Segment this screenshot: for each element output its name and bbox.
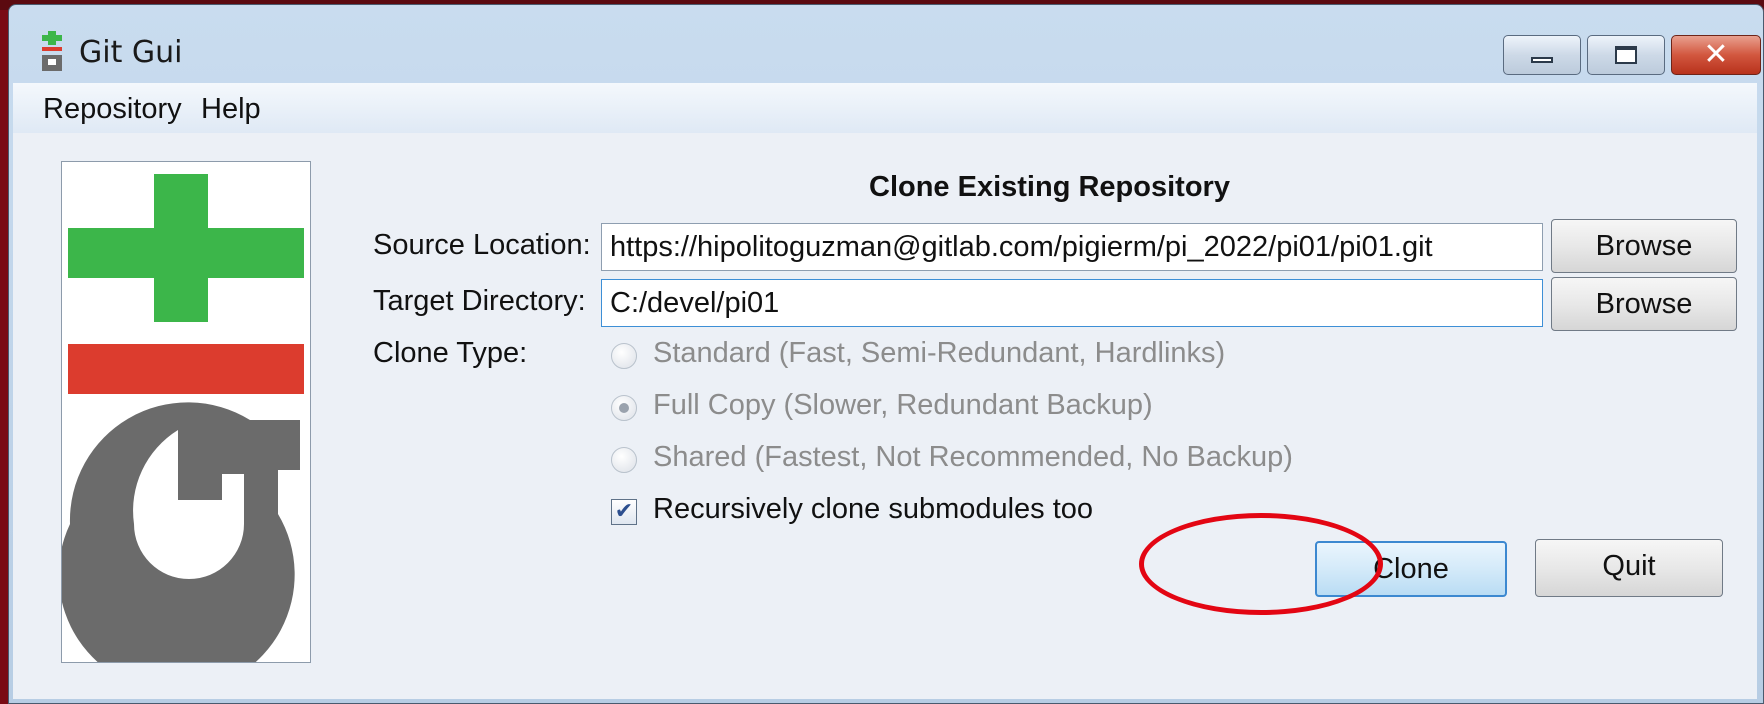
option-full-copy-label: Full Copy (Slower, Redundant Backup) (653, 389, 1153, 421)
recursive-label: Recursively clone submodules too (653, 493, 1094, 525)
close-button[interactable]: ✕ (1671, 35, 1761, 75)
target-directory-label: Target Directory: (373, 285, 586, 317)
clone-type-label: Clone Type: (373, 337, 528, 369)
browse-target-button[interactable]: Browse (1551, 277, 1737, 331)
radio-full-copy[interactable] (611, 395, 637, 421)
source-location-label: Source Location: (373, 229, 591, 261)
git-logo (58, 174, 304, 693)
git-gui-app-icon (42, 31, 62, 71)
window-title: Git Gui (79, 35, 183, 70)
git-logo-panel (58, 161, 311, 693)
browse-source-button[interactable]: Browse (1551, 219, 1737, 273)
clone-dialog-content: Clone Existing Repository Source Locatio… (13, 133, 1757, 699)
minimize-button[interactable] (1503, 35, 1581, 75)
title-bar: Git Gui ✕ (9, 5, 1763, 83)
quit-button[interactable]: Quit (1535, 539, 1723, 597)
menu-repository[interactable]: Repository (43, 93, 182, 126)
maximize-icon (1588, 36, 1664, 74)
clone-button[interactable]: Clone (1315, 541, 1507, 597)
recursive-checkbox[interactable]: ✔ (611, 499, 637, 525)
close-icon: ✕ (1703, 37, 1729, 72)
radio-standard[interactable] (611, 343, 637, 369)
menu-help[interactable]: Help (201, 93, 261, 126)
maximize-button[interactable] (1587, 35, 1665, 75)
check-icon: ✔ (614, 499, 634, 524)
option-shared-label: Shared (Fastest, Not Recommended, No Bac… (653, 441, 1293, 473)
dialog-heading: Clone Existing Repository (869, 171, 1230, 203)
source-location-input[interactable]: https://hipolitoguzman@gitlab.com/pigier… (601, 223, 1543, 271)
target-directory-input[interactable]: C:/devel/pi01 (601, 279, 1543, 327)
git-gui-window: Git Gui ✕ Repository Help Clone Existing… (8, 4, 1764, 704)
minimize-icon (1504, 36, 1580, 74)
menu-bar: Repository Help (13, 83, 1757, 133)
radio-shared[interactable] (611, 447, 637, 473)
option-standard-label: Standard (Fast, Semi-Redundant, Hardlink… (653, 337, 1226, 369)
